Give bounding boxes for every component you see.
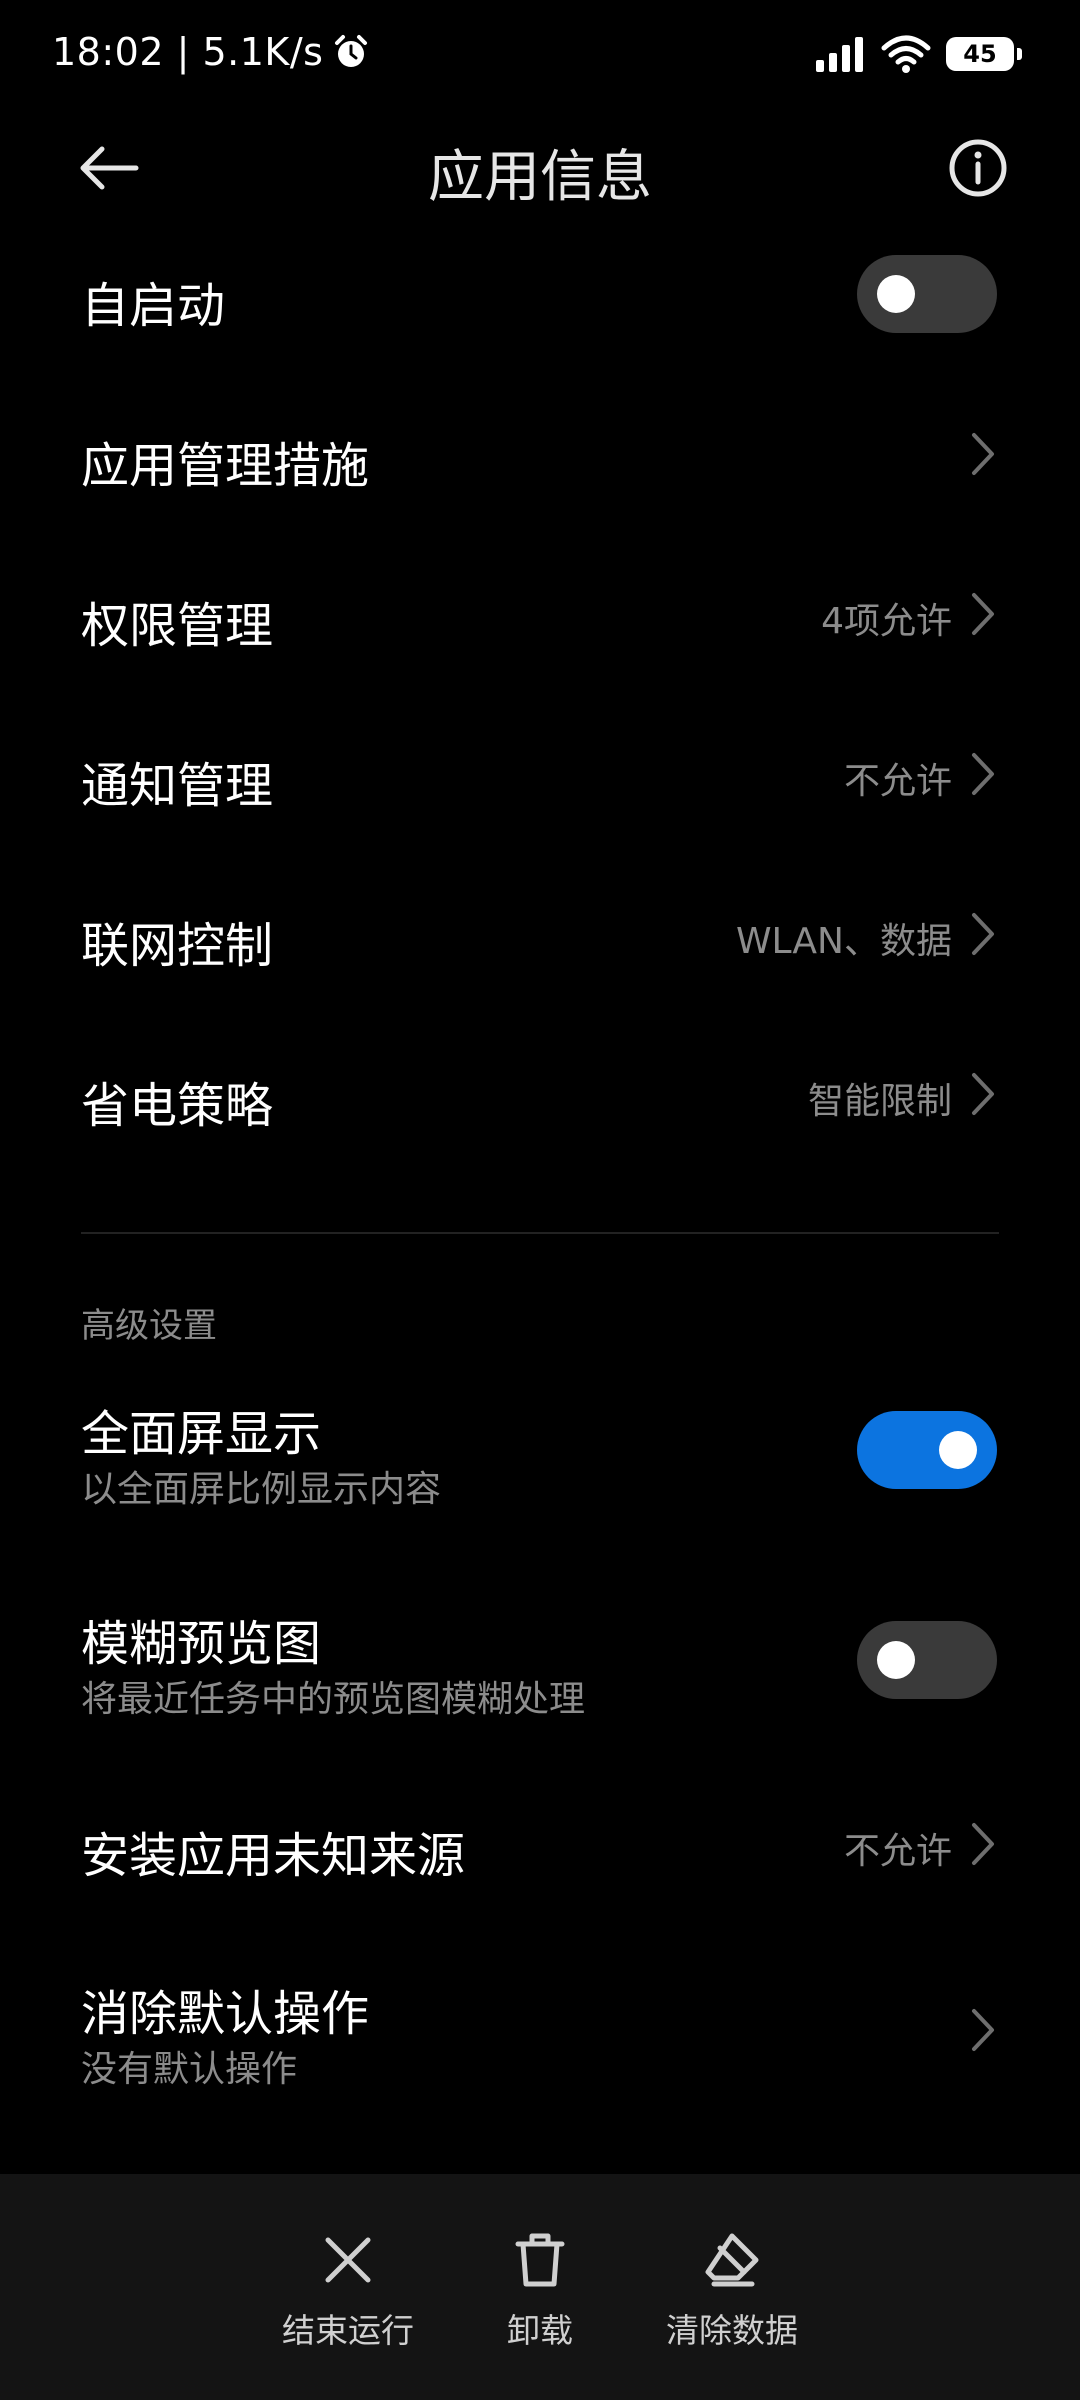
clear-defaults-subtitle: 没有默认操作 xyxy=(81,2049,298,2090)
advanced-settings-heading: 高级设置 xyxy=(81,1306,217,1346)
battery-saver-value: 智能限制 xyxy=(807,1081,952,1122)
chevron-right-icon xyxy=(972,753,994,795)
network-control-value: WLAN、数据 xyxy=(735,921,952,962)
permissions-value: 4项允许 xyxy=(821,601,952,642)
battery-indicator: 45 xyxy=(946,37,1022,71)
autostart-toggle[interactable] xyxy=(857,255,997,333)
unknown-sources-value: 不允许 xyxy=(843,1831,952,1872)
network-control-row[interactable]: 联网控制 WLAN、数据 xyxy=(0,870,1080,998)
close-icon xyxy=(325,2237,371,2283)
app-bar: 应用信息 xyxy=(0,112,1080,220)
chevron-right-icon xyxy=(972,1073,994,1115)
force-stop-label: 结束运行 xyxy=(282,2311,414,2350)
autostart-label: 自启动 xyxy=(81,278,226,334)
toggle-knob xyxy=(939,1431,977,1469)
notifications-value: 不允许 xyxy=(843,761,952,802)
status-bar: 18:02 | 5.1K/s 45 xyxy=(0,0,1080,112)
chevron-right-icon xyxy=(972,913,994,955)
battery-saver-label: 省电策略 xyxy=(81,1078,274,1134)
toggle-knob xyxy=(877,275,915,313)
permissions-label: 权限管理 xyxy=(81,598,274,654)
notifications-row[interactable]: 通知管理 不允许 xyxy=(0,710,1080,838)
blur-preview-toggle[interactable] xyxy=(857,1621,997,1699)
battery-saver-row[interactable]: 省电策略 智能限制 xyxy=(0,1030,1080,1158)
chevron-right-icon xyxy=(972,1823,994,1865)
battery-level: 45 xyxy=(963,40,997,68)
chevron-right-icon xyxy=(972,593,994,635)
chevron-right-icon xyxy=(972,433,994,475)
bottom-action-bar: 结束运行 卸载 清除数据 xyxy=(0,2174,1080,2400)
info-icon[interactable] xyxy=(942,132,1014,204)
force-stop-button[interactable]: 结束运行 xyxy=(248,2230,448,2352)
clear-data-button[interactable]: 清除数据 xyxy=(632,2230,832,2352)
fullscreen-toggle[interactable] xyxy=(857,1411,997,1489)
fullscreen-label: 全面屏显示 xyxy=(81,1406,322,1462)
fullscreen-subtitle: 以全面屏比例显示内容 xyxy=(81,1469,442,1510)
app-management-row[interactable]: 应用管理措施 xyxy=(0,390,1080,518)
uninstall-button[interactable]: 卸载 xyxy=(440,2230,640,2352)
unknown-sources-label: 安装应用未知来源 xyxy=(81,1828,466,1884)
uninstall-label: 卸载 xyxy=(507,2311,573,2350)
eraser-icon xyxy=(705,2233,759,2287)
toggle-knob xyxy=(877,1641,915,1679)
cell-signal-icon xyxy=(816,37,863,72)
unknown-sources-row[interactable]: 安装应用未知来源 不允许 xyxy=(0,1780,1080,1908)
alarm-icon xyxy=(335,35,368,67)
wifi-icon xyxy=(881,35,931,73)
network-control-label: 联网控制 xyxy=(81,918,274,974)
fullscreen-row[interactable]: 全面屏显示 以全面屏比例显示内容 xyxy=(0,1380,1080,1520)
status-time-speed: 18:02 | 5.1K/s xyxy=(52,30,324,74)
notifications-label: 通知管理 xyxy=(81,758,274,814)
autostart-row[interactable]: 自启动 xyxy=(0,230,1080,358)
trash-icon xyxy=(515,2233,565,2287)
clear-data-label: 清除数据 xyxy=(666,2311,798,2350)
page-title: 应用信息 xyxy=(428,145,652,210)
chevron-right-icon xyxy=(972,2009,994,2051)
blur-preview-label: 模糊预览图 xyxy=(81,1616,322,1672)
blur-preview-subtitle: 将最近任务中的预览图模糊处理 xyxy=(81,1679,586,1720)
clear-defaults-row[interactable]: 消除默认操作 没有默认操作 xyxy=(0,1960,1080,2100)
blur-preview-row[interactable]: 模糊预览图 将最近任务中的预览图模糊处理 xyxy=(0,1590,1080,1730)
app-management-label: 应用管理措施 xyxy=(81,438,370,494)
section-divider xyxy=(81,1232,999,1234)
permissions-row[interactable]: 权限管理 4项允许 xyxy=(0,550,1080,678)
clear-defaults-label: 消除默认操作 xyxy=(81,1986,370,2042)
